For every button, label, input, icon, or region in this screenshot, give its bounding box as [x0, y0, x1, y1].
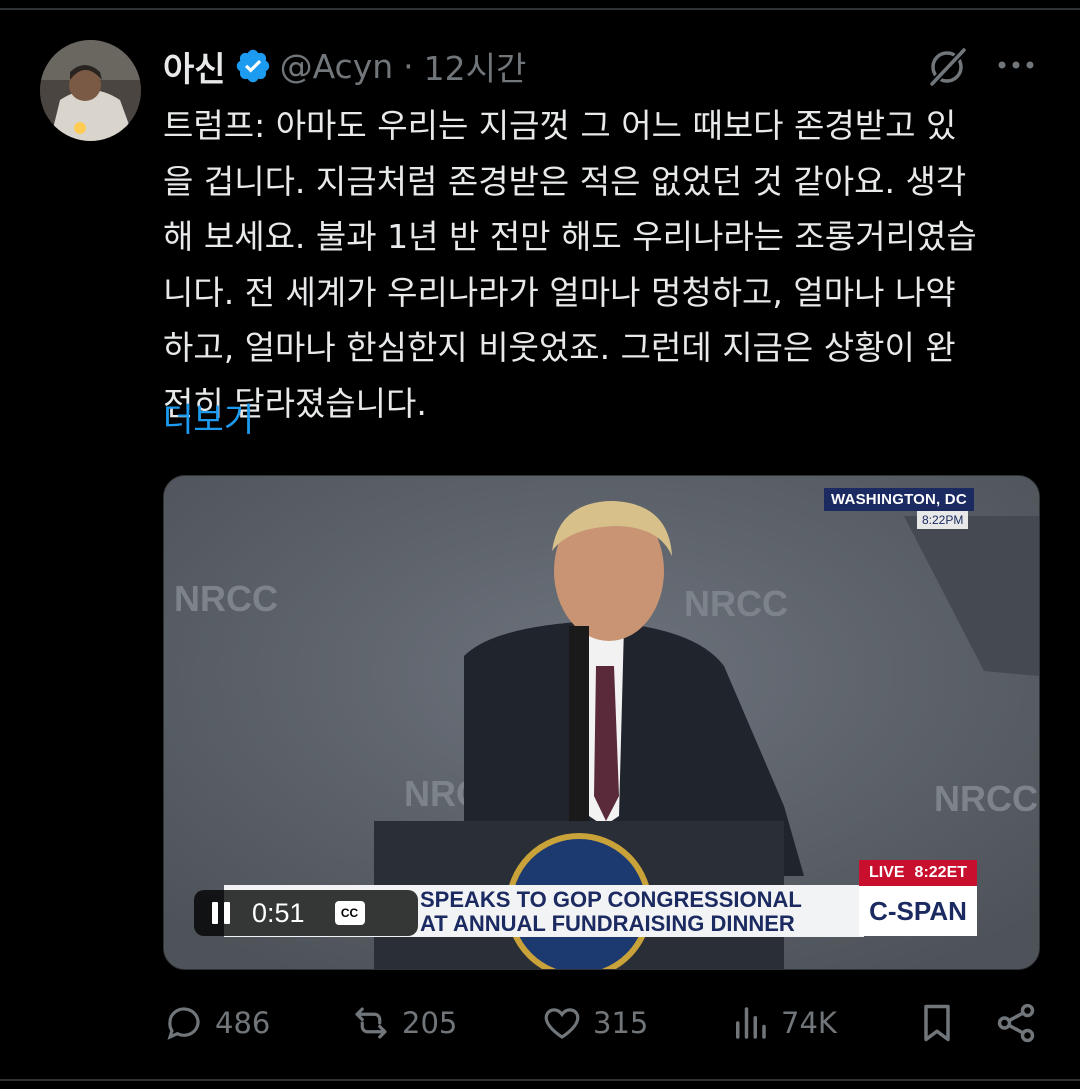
bottom-divider	[0, 1079, 1080, 1081]
action-bar: 486 205 315 74K	[163, 995, 1043, 1055]
tweet-time[interactable]: 12시간	[424, 42, 527, 90]
like-button[interactable]: 315	[541, 995, 648, 1051]
top-divider	[0, 8, 1080, 10]
tweet-header: 아신 @Acyn · 12시간	[163, 42, 527, 91]
avatar[interactable]	[40, 40, 141, 141]
backdrop-logo: NRCC	[934, 778, 1038, 819]
views-button[interactable]: 74K	[729, 995, 837, 1051]
views-icon	[736, 1007, 766, 1039]
location-bug: WASHINGTON, DC	[824, 488, 974, 511]
bookmark-icon[interactable]	[915, 1000, 959, 1046]
lower-third-line: SPEAKS TO GOP CONGRESSIONAL	[420, 887, 802, 912]
video-player[interactable]: NRCC NRCC NRCC NRCC WASHINGTON, DC 8:22P…	[163, 475, 1040, 970]
separator-dot: ·	[403, 46, 414, 86]
live-time: 8:22ET	[914, 864, 968, 881]
reply-icon	[167, 1007, 200, 1040]
tweet-text-line: 을 겁니다. 지금처럼 존경받은 적은 없었던 것 같아요. 생각	[163, 161, 967, 201]
reply-button[interactable]: 486	[163, 995, 270, 1051]
like-count: 315	[593, 1006, 649, 1040]
tweet-text-line: 니다. 전 세계가 우리나라가 얼마나 멍청하고, 얼마나 나약	[163, 272, 956, 312]
player-controls: 0:51 CC	[194, 890, 418, 936]
repost-icon	[355, 1007, 387, 1039]
author-name[interactable]: 아신	[163, 42, 226, 91]
pause-icon[interactable]	[212, 902, 234, 924]
broadcast-clock: 8:22PM	[917, 511, 969, 529]
like-icon	[544, 1008, 580, 1039]
live-label: LIVE	[868, 864, 905, 881]
repost-count: 205	[402, 1006, 458, 1040]
share-icon[interactable]	[993, 1000, 1039, 1046]
backdrop-logo: NRCC	[684, 583, 788, 624]
backdrop-logo: NRCC	[174, 578, 278, 619]
playback-time: 0:51	[252, 897, 305, 928]
repost-button[interactable]: 205	[350, 995, 457, 1051]
captions-icon[interactable]: CC	[334, 901, 365, 925]
live-bug: LIVE 8:22ET	[859, 860, 977, 886]
tweet-text-line: 전히 달라졌습니다.	[163, 383, 427, 423]
network-logo: C-SPAN	[859, 886, 977, 936]
tweet-text-line: 트럼프: 아마도 우리는 지금껏 그 어느 때보다 존경받고 있	[163, 106, 957, 145]
lower-third-line: AT ANNUAL FUNDRAISING DINNER	[420, 911, 795, 936]
views-count: 74K	[781, 1006, 837, 1040]
verified-badge-icon	[236, 49, 269, 83]
tweet-text-line: 해 보세요. 불과 1년 반 전만 해도 우리나라는 조롱거리였습	[163, 217, 977, 256]
tweet-text: 트럼프: 아마도 우리는 지금껏 그 어느 때보다 존경받고 있 을 겁니다. …	[163, 98, 1043, 431]
more-icon[interactable]	[993, 50, 1039, 80]
reply-count: 486	[215, 1006, 271, 1040]
tweet-text-line: 하고, 얼마나 한심한지 비웃었죠. 그런데 지금은 상황이 완	[163, 328, 956, 367]
grok-icon[interactable]	[925, 45, 969, 89]
author-handle[interactable]: @Acyn	[280, 47, 394, 86]
show-more-link[interactable]: 더보기	[163, 393, 254, 441]
